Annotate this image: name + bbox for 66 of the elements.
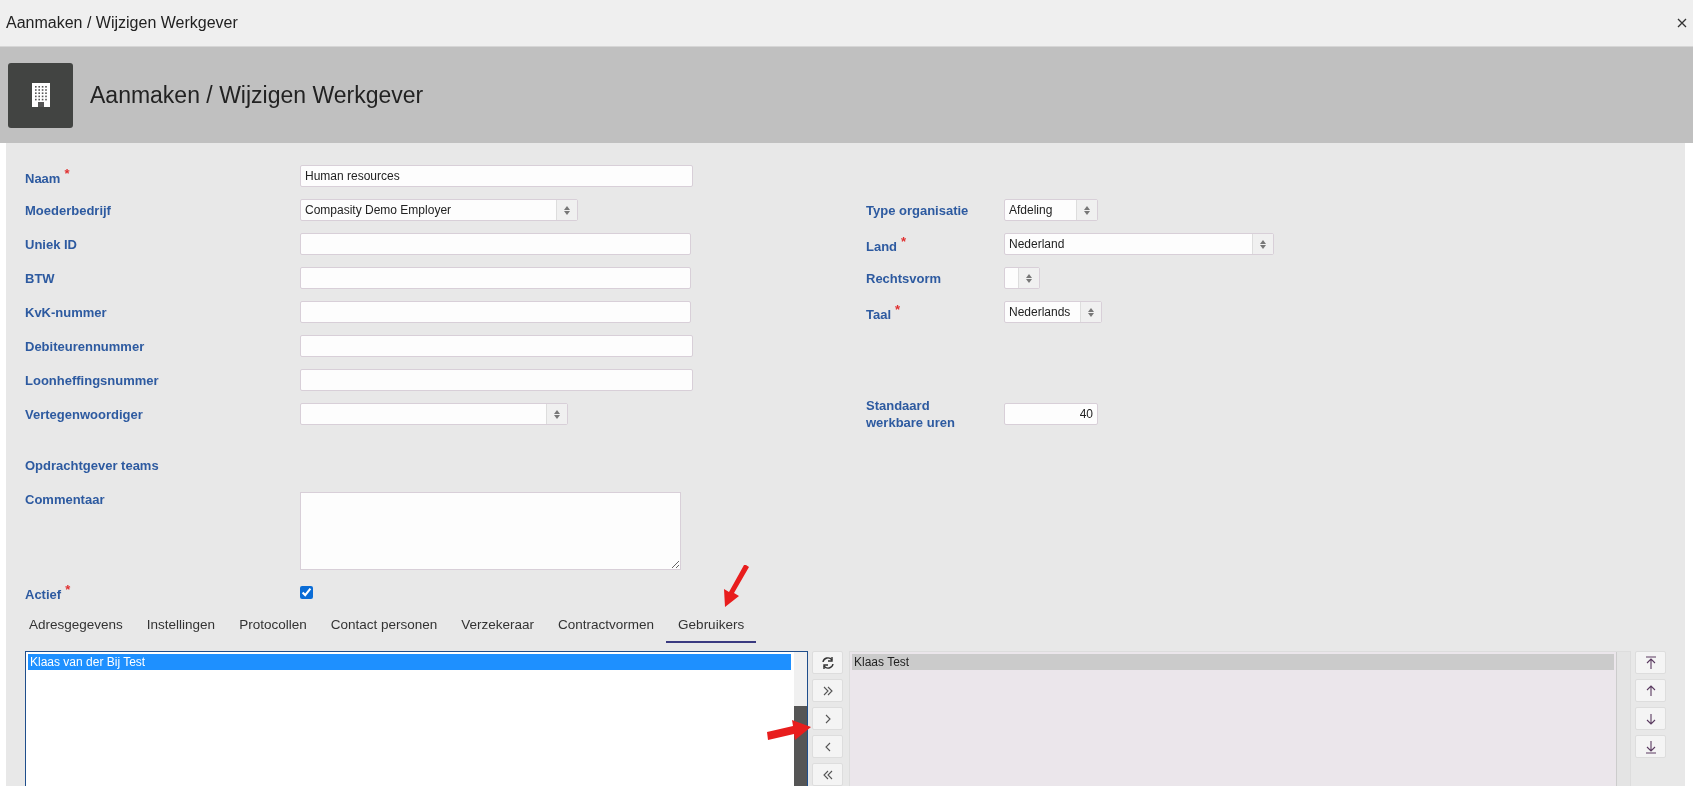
sort-icon [554, 409, 560, 419]
required-mark: * [65, 582, 71, 597]
assigned-users-list[interactable]: Klaas Test [849, 651, 1631, 786]
text-field[interactable] [300, 335, 693, 357]
sort-icon [1088, 307, 1094, 317]
sort-icon [1260, 239, 1266, 249]
comment-field[interactable] [300, 492, 681, 570]
select-field[interactable]: Compasity Demo Employer [300, 199, 578, 221]
arrow-to-bottom-icon [1643, 739, 1658, 754]
select-field[interactable]: Nederlands [1004, 301, 1102, 323]
tab[interactable]: Verzekeraar [449, 608, 547, 644]
window-title: Aanmaken / Wijzigen Werkgever [6, 14, 238, 32]
move-button[interactable] [812, 763, 843, 786]
field-label: Standaard werkbare uren [866, 398, 955, 430]
tab[interactable]: Protocollen [227, 608, 319, 644]
move-to-bottom-button[interactable] [1635, 735, 1666, 759]
active-checkbox[interactable] [300, 585, 313, 599]
field-label: Uniek ID [25, 236, 77, 252]
select-field[interactable] [300, 403, 568, 425]
tab[interactable]: Contact personen [318, 608, 450, 644]
select-field[interactable]: Afdeling [1004, 199, 1098, 221]
field-label: Rechtsvorm [866, 270, 942, 286]
building-icon [8, 62, 73, 128]
annotation-arrow [767, 718, 811, 740]
field-label: Actief [25, 587, 62, 603]
select-field[interactable] [1004, 267, 1040, 289]
select-field[interactable]: Nederland [1004, 233, 1274, 255]
required-mark: * [64, 165, 70, 181]
sort-icon [564, 205, 570, 215]
move-button[interactable] [812, 679, 843, 703]
refresh-button[interactable] [812, 651, 843, 675]
tab[interactable]: Instellingen [134, 608, 228, 644]
tab[interactable]: Gebruikers [666, 608, 757, 644]
annotation-arrow [722, 565, 750, 607]
text-field[interactable] [300, 267, 691, 289]
text-field[interactable] [300, 233, 691, 255]
number-field[interactable]: 40 [1004, 403, 1098, 425]
field-label: BTW [25, 270, 55, 286]
tab[interactable]: Contractvormen [546, 608, 667, 644]
field-label: Land [866, 239, 898, 255]
page-title: Aanmaken / Wijzigen Werkgever [90, 81, 424, 109]
text-field[interactable] [300, 369, 693, 391]
field-label: Naam [25, 171, 61, 187]
required-mark: * [895, 301, 901, 317]
move-up-button[interactable] [1635, 679, 1666, 703]
move-down-button[interactable] [1635, 707, 1666, 731]
field-label: Opdrachtgever teams [25, 458, 160, 475]
field-label: Type organisatie [866, 202, 969, 218]
sort-icon [1026, 273, 1032, 283]
field-label: Commentaar [25, 492, 106, 509]
field-label: Vertegenwoordiger [25, 406, 143, 422]
field-label: Taal [866, 307, 892, 323]
text-field[interactable] [300, 301, 691, 323]
sort-icon [1084, 205, 1090, 215]
field-label: Debiteurennummer [25, 338, 145, 354]
text-field[interactable]: Human resources [300, 165, 693, 187]
list-item[interactable]: Klaas Test [852, 654, 1614, 671]
required-mark: * [901, 233, 907, 249]
close-icon [1677, 18, 1687, 28]
move-to-top-button[interactable] [1635, 651, 1666, 675]
refresh-icon [819, 655, 836, 670]
tab[interactable]: Adresgegevens [17, 608, 135, 644]
field-label: KvK-nummer [25, 304, 107, 320]
field-label: Moederbedrijf [25, 202, 111, 218]
field-label: Loonheffingsnummer [25, 372, 159, 388]
arrow-to-top-icon [1643, 655, 1658, 670]
